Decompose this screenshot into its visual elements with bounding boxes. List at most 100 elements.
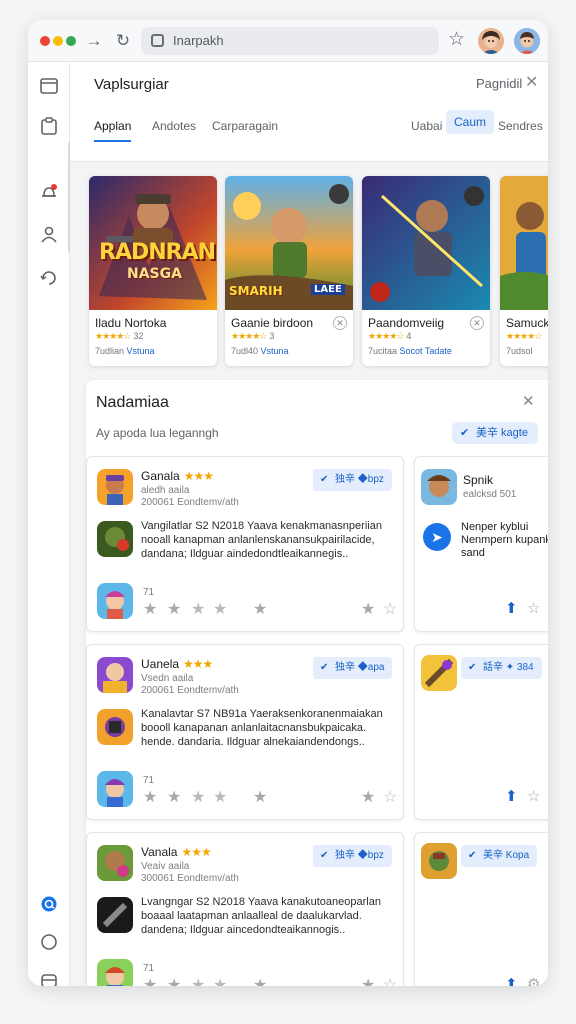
app-tag-button[interactable]: 美辛 Kopa [461, 845, 538, 867]
bookmark-star-icon[interactable]: ☆ [527, 787, 540, 805]
panel-right-label[interactable]: Pagnidil [476, 76, 522, 91]
section-title: Nadamiaa [96, 394, 169, 411]
tab-carparagain[interactable]: Carparagain [212, 116, 278, 142]
chat-icon[interactable] [39, 894, 59, 914]
bookmark-star-icon[interactable]: ☆ [448, 29, 465, 51]
app-tag-button[interactable]: 独辛 ◆apa [313, 657, 393, 679]
rating-star-icon[interactable]: ★ [167, 975, 181, 986]
app-description: Lvangngar S2 N2018 Yaava kanakutoaneopar… [141, 896, 381, 936]
game-rating: ★★★★☆ 4 [368, 331, 412, 341]
maximize-window-dot[interactable] [66, 36, 76, 46]
rating-star-icon[interactable]: ★ [191, 599, 205, 619]
app-icon [97, 959, 133, 986]
app-icon [97, 469, 133, 505]
game-art [362, 176, 490, 310]
window-icon[interactable] [39, 76, 59, 96]
tab-applan[interactable]: Applan [94, 116, 132, 142]
rating-star-icon[interactable]: ★ [213, 599, 227, 619]
featured-card[interactable]: Paandomveiig ✕ ★★★★☆ 4 7ucitaa Socot Tada… [362, 176, 490, 366]
main-content: Vaplsurgiar Pagnidil ✕ Applan Andotes Ca… [70, 62, 548, 986]
settings-icon[interactable]: ⚙ [527, 975, 540, 986]
tab-uabai[interactable]: Uabai [411, 116, 442, 142]
notification-bell-icon[interactable] [39, 182, 59, 202]
send-icon[interactable]: ➤ [423, 523, 451, 551]
profile-avatar[interactable] [514, 28, 540, 54]
section-subtitle: Ay apoda lua leganngh [96, 426, 219, 440]
game-meta: 7ucitaa Socot Tadate [368, 346, 452, 356]
app-tag-button[interactable]: 話辛 ✦ 384 [461, 657, 542, 679]
user-avatar[interactable] [478, 28, 504, 54]
bookmark-star-icon[interactable]: ☆ [383, 599, 397, 619]
app-review-card[interactable]: Ganala ★★★ aledh aaila 200061 Eondtemv/at… [86, 456, 404, 632]
app-icon [97, 845, 133, 881]
rating-star-icon[interactable]: ★ [143, 787, 157, 807]
rating-star-icon[interactable]: ★ [167, 787, 181, 807]
favorite-star-icon[interactable]: ★ [361, 599, 375, 619]
close-window-dot[interactable] [40, 36, 50, 46]
pin-icon[interactable]: ⬆ [505, 975, 518, 986]
side-app-card[interactable]: Spnik ealcksd 501 ➤ Nenper kyblui Nenmpe… [414, 456, 548, 632]
user-icon[interactable] [39, 224, 59, 244]
featured-card[interactable]: SMARIH LAEE Gaanie birdoon ✕ ★★★★☆ 3 7udl… [225, 176, 353, 366]
box-icon[interactable] [39, 970, 59, 986]
featured-card[interactable]: Samuck ★★★★☆ 7udsol [500, 176, 548, 366]
game-logo-title: SMARIH [229, 284, 283, 298]
pin-icon[interactable]: ⬆ [505, 787, 518, 805]
pin-icon[interactable]: ⬆ [505, 599, 518, 617]
tab-sendres[interactable]: Sendres [498, 116, 543, 142]
app-number: 71 [143, 963, 155, 974]
section-action-button[interactable]: 美辛 kagte [452, 422, 538, 444]
app-meta: 200061 Eondtemv/ath [141, 497, 239, 508]
game-art [500, 176, 548, 310]
app-meta: 300061 Eondtemv/ath [141, 873, 239, 884]
rating-star-icon[interactable]: ★ [191, 975, 205, 986]
rating-star-icon[interactable]: ★ [143, 975, 157, 986]
favorite-star-icon[interactable]: ★ [361, 975, 375, 986]
rating-star-icon[interactable]: ★ [253, 975, 267, 986]
rating-star-icon[interactable]: ★ [253, 787, 267, 807]
rating-star-icon[interactable]: ★ [213, 975, 227, 986]
app-meta: Veaiv aaila [141, 861, 190, 872]
rating-star-icon[interactable]: ★ [143, 599, 157, 619]
rating-star-icon[interactable]: ★ [191, 787, 205, 807]
app-number: 71 [143, 775, 155, 786]
app-review-card[interactable]: Vanala ★★★ Veaiv aaila 300061 Eondtemv/at… [86, 832, 404, 986]
game-name: Paandomveiig [368, 316, 445, 330]
panel-title: Vaplsurgiar [94, 76, 169, 93]
tab-caum[interactable]: Caum [446, 110, 495, 134]
circle-icon[interactable] [39, 932, 59, 952]
forward-arrow-icon[interactable]: → [83, 30, 105, 52]
app-icon [97, 521, 133, 557]
tab-andotes[interactable]: Andotes [152, 116, 196, 142]
featured-card[interactable]: RADNRAN NASGA Iladu Nortoka ★★★★☆ 32 7udl… [89, 176, 217, 366]
app-review-card[interactable]: Uanela ★★★ Vsedn aaila 200061 Eondtemv/at… [86, 644, 404, 820]
download-icon[interactable]: ✕ [333, 316, 347, 330]
app-icon [97, 771, 133, 807]
clipboard-icon[interactable] [39, 116, 59, 136]
app-name: Spnik [463, 473, 494, 487]
app-icon [421, 843, 457, 879]
rating-star-icon[interactable]: ★ [213, 787, 227, 807]
bookmark-star-icon[interactable]: ☆ [527, 599, 540, 617]
game-logo-subtitle: NASGA [127, 266, 182, 282]
minimize-window-dot[interactable] [53, 36, 63, 46]
side-app-card[interactable]: 話辛 ✦ 384 ⬆ ☆ [414, 644, 548, 820]
download-icon[interactable]: ✕ [470, 316, 484, 330]
close-icon[interactable]: ✕ [522, 392, 535, 410]
app-description: Vangilatlar S2 N2018 Yaava kenakmanasnpe… [141, 520, 382, 560]
rating-star-icon[interactable]: ★ [253, 599, 267, 619]
reload-icon[interactable]: ↻ [112, 30, 134, 52]
favorite-star-icon[interactable]: ★ [361, 787, 375, 807]
app-name: Ganala ★★★ [141, 469, 214, 483]
app-tag-button[interactable]: 独辛 ◆bpz [313, 469, 392, 491]
rating-star-icon[interactable]: ★ [167, 599, 181, 619]
bookmark-star-icon[interactable]: ☆ [383, 975, 397, 986]
history-icon[interactable] [39, 268, 59, 288]
address-bar[interactable]: Inarpakh [141, 27, 439, 55]
browser-window: → ↻ Inarpakh ☆ Vaplsurgiar Pagnidil ✕ Ap [28, 20, 548, 986]
app-icon [421, 469, 457, 505]
app-tag-button[interactable]: 独辛 ◆bpz [313, 845, 392, 867]
side-app-card[interactable]: 美辛 Kopa ⬆ ⚙ [414, 832, 548, 986]
close-icon[interactable]: ✕ [525, 72, 538, 92]
bookmark-star-icon[interactable]: ☆ [383, 787, 397, 807]
